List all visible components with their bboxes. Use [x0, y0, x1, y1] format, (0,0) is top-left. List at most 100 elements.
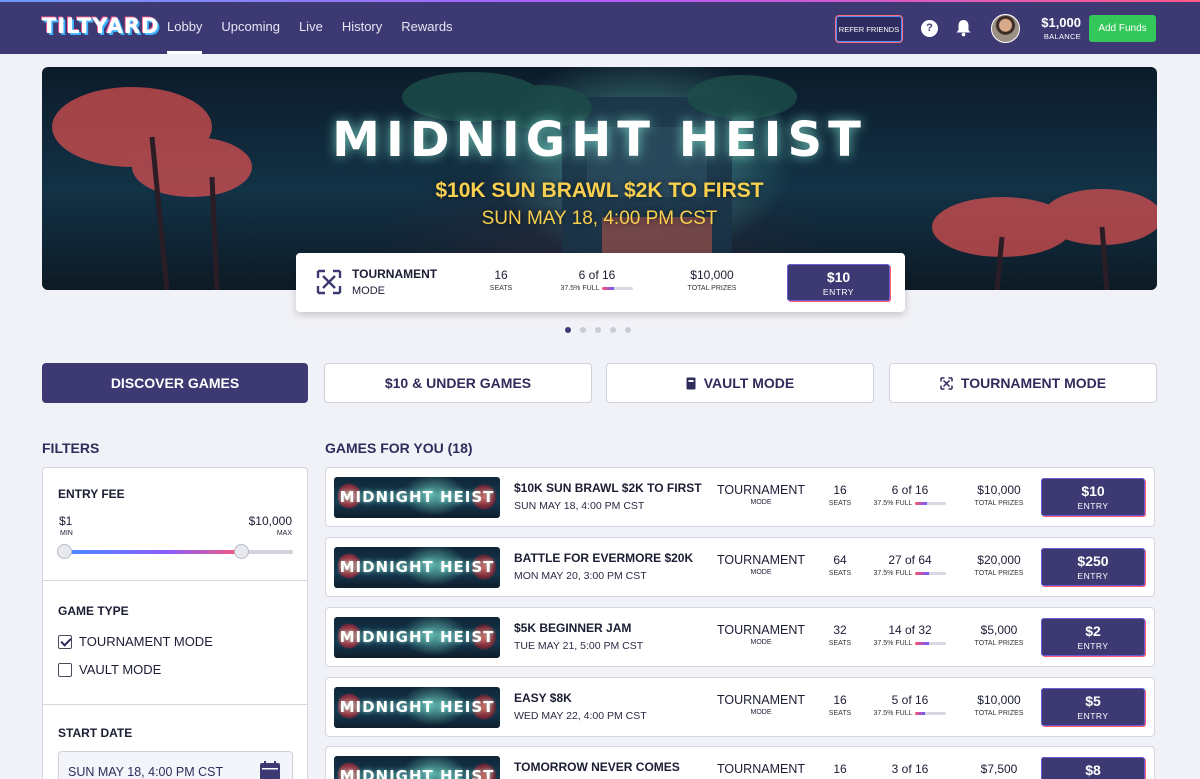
game-fill: 3 of 16 [866, 762, 954, 779]
game-title[interactable]: $5K BEGINNER JAM [514, 621, 631, 635]
game-entry-button[interactable]: $5 ENTRY [1041, 688, 1145, 726]
game-thumbnail[interactable]: MIDNIGHT HEIST [334, 617, 500, 658]
min-value: $1 [59, 514, 73, 528]
entry-fee-slider[interactable] [64, 550, 293, 554]
game-thumbnail[interactable]: MIDNIGHT HEIST [334, 477, 500, 518]
game-entry-label: ENTRY [1077, 641, 1109, 651]
game-title[interactable]: BATTLE FOR EVERMORE $20K [514, 551, 693, 565]
balance-label: BALANCE [1043, 32, 1081, 41]
game-row[interactable]: MIDNIGHT HEIST BATTLE FOR EVERMORE $20K … [325, 537, 1155, 597]
tab-discover-games[interactable]: DISCOVER GAMES [42, 363, 308, 403]
game-row[interactable]: MIDNIGHT HEIST $10K SUN BRAWL $2K TO FIR… [325, 467, 1155, 527]
game-entry-label: ENTRY [1077, 501, 1109, 511]
game-prizes-label: TOTAL PRIZES [974, 570, 1024, 577]
hero-mode-line2: MODE [352, 285, 385, 297]
game-fill-label: 37.5% FULL [873, 710, 913, 717]
game-row[interactable]: MIDNIGHT HEIST $5K BEGINNER JAM TUE MAY … [325, 607, 1155, 667]
game-title[interactable]: EASY $8K [514, 691, 572, 705]
game-fill-value: 5 of 16 [891, 693, 929, 707]
nav-lobby[interactable]: Lobby [167, 0, 203, 54]
tournament-mode-checkbox-label: TOURNAMENT MODE [79, 634, 213, 649]
game-thumbnail[interactable]: MIDNIGHT HEIST [334, 547, 500, 588]
game-date: MON MAY 20, 3:00 PM CST [514, 570, 647, 582]
game-entry-button[interactable]: $10 ENTRY [1041, 478, 1145, 516]
game-fill-value: 3 of 16 [891, 762, 929, 776]
hero-info-card: TOURNAMENT MODE 16 SEATS 6 of 16 37.5% F… [296, 253, 905, 312]
filters-panel: ENTRY FEE $1 MIN $10,000 MAX GAME TYPE T… [42, 467, 308, 779]
hero-seats-label: SEATS [489, 285, 513, 292]
hero-mode-line1: TOURNAMENT [352, 267, 438, 281]
game-entry-price: $10 [1081, 483, 1105, 499]
game-mode-label: MODE [750, 569, 772, 576]
carousel-dot[interactable] [565, 327, 571, 333]
tab-tournament-mode[interactable]: TOURNAMENT MODE [889, 363, 1157, 403]
game-entry-button[interactable]: $250 ENTRY [1041, 548, 1145, 586]
carousel-dot[interactable] [580, 327, 586, 333]
tournament-mode-checkbox-row[interactable]: TOURNAMENT MODE [58, 634, 213, 649]
tab-vault-mode[interactable]: VAULT MODE [606, 363, 874, 403]
nav-rewards[interactable]: Rewards [401, 0, 452, 54]
tab-discover-games-label: DISCOVER GAMES [110, 375, 240, 391]
help-icon[interactable]: ? [921, 20, 938, 37]
game-mode-value: TOURNAMENT [717, 483, 805, 497]
balance-amount: $1,000 [1041, 15, 1081, 30]
game-title[interactable]: TOMORROW NEVER COMES [514, 760, 680, 774]
tab-tournament-mode-label: TOURNAMENT MODE [960, 375, 1107, 391]
game-seats-value: 16 [833, 693, 847, 707]
start-date-input[interactable]: SUN MAY 18, 4:00 PM CST [58, 751, 293, 779]
game-prizes-value: $10,000 [977, 483, 1021, 497]
vault-mode-checkbox-row[interactable]: VAULT MODE [58, 662, 161, 677]
hero-entry-button[interactable]: $10 ENTRY [787, 264, 890, 301]
game-thumbnail[interactable]: MIDNIGHT HEIST [334, 756, 500, 779]
game-mode: TOURNAMENT [706, 762, 816, 778]
slider-min-handle[interactable] [57, 544, 72, 559]
slider-max-handle[interactable] [234, 544, 249, 559]
game-seats-label: SEATS [828, 710, 852, 717]
hero-prizes: $10,000 TOTAL PRIZES [676, 268, 748, 292]
game-prizes-value: $5,000 [980, 623, 1018, 637]
top-bar: TILTYARD Lobby Upcoming Live History Rew… [0, 0, 1200, 54]
hero-subtitle: $10K SUN BRAWL $2K TO FIRST [435, 179, 764, 202]
nav-history[interactable]: History [342, 0, 382, 54]
game-seats: 16 SEATS [820, 483, 860, 507]
tournament-mode-checkbox[interactable] [58, 634, 72, 649]
carousel-dot[interactable] [595, 327, 601, 333]
game-mode: TOURNAMENT MODE [706, 483, 816, 506]
game-prizes: $20,000 TOTAL PRIZES [962, 553, 1036, 577]
hero-date: SUN MAY 18, 4:00 PM CST [481, 208, 718, 229]
game-prizes: $7,500 [962, 762, 1036, 779]
add-funds-button[interactable]: Add Funds [1089, 15, 1156, 42]
game-fill-bar [915, 501, 947, 505]
refer-friends-button[interactable]: REFER FRIENDS [835, 15, 903, 43]
game-entry-price: $250 [1077, 553, 1109, 569]
game-fill: 27 of 64 37.5% FULL [866, 553, 954, 577]
logo[interactable]: TILTYARD [42, 14, 159, 38]
game-row[interactable]: MIDNIGHT HEIST EASY $8K WED MAY 22, 4:00… [325, 677, 1155, 737]
game-seats: 16 [820, 762, 860, 779]
game-thumbnail[interactable]: MIDNIGHT HEIST [334, 687, 500, 728]
nav-live[interactable]: Live [299, 0, 323, 54]
game-prizes: $10,000 TOTAL PRIZES [962, 483, 1036, 507]
game-prizes: $10,000 TOTAL PRIZES [962, 693, 1036, 717]
hero-fill-bar-fill [602, 286, 615, 290]
game-prizes-label: TOTAL PRIZES [974, 640, 1024, 647]
start-date-label: START DATE [58, 726, 133, 740]
calendar-icon[interactable] [260, 761, 280, 779]
carousel-dot[interactable] [625, 327, 631, 333]
game-date: TUE MAY 21, 5:00 PM CST [514, 640, 644, 652]
hero-fill: 6 of 16 37.5% FULL [554, 268, 640, 292]
game-fill-bar-fill [915, 711, 926, 715]
carousel-dot[interactable] [610, 327, 616, 333]
vault-mode-checkbox[interactable] [58, 662, 72, 677]
nav-upcoming[interactable]: Upcoming [221, 0, 280, 54]
divider [43, 580, 307, 581]
tab-under-10-games[interactable]: $10 & UNDER GAMES [324, 363, 592, 403]
game-title[interactable]: $10K SUN BRAWL $2K TO FIRST [514, 481, 702, 495]
game-seats-value: 16 [833, 483, 847, 497]
game-entry-button[interactable]: $2 ENTRY [1041, 618, 1145, 656]
game-entry-button[interactable]: $8 [1041, 757, 1145, 779]
game-row[interactable]: MIDNIGHT HEIST TOMORROW NEVER COMES TOUR… [325, 746, 1155, 779]
avatar[interactable] [991, 14, 1020, 43]
games-heading: GAMES FOR YOU (18) [325, 440, 473, 456]
bell-icon[interactable] [955, 19, 972, 37]
